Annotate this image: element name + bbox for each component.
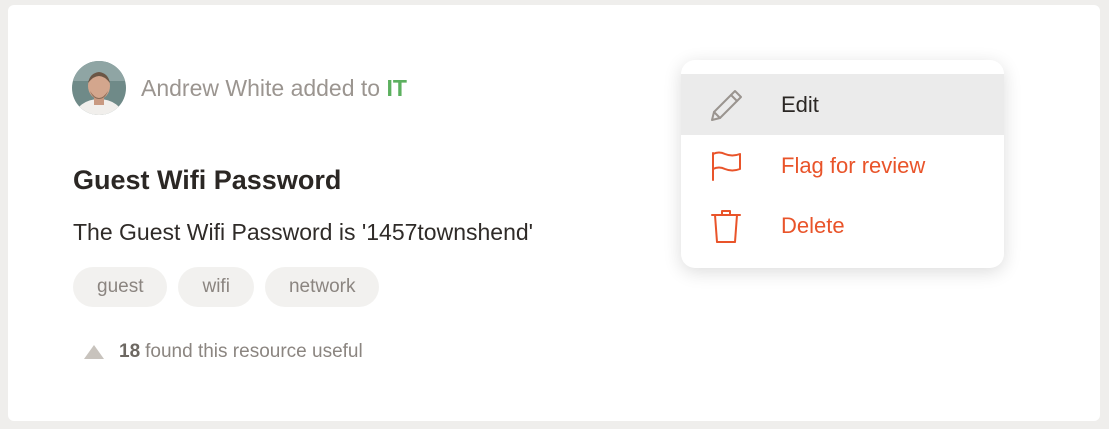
upvote-text: found this resource useful (145, 341, 363, 362)
tag-wifi[interactable]: wifi (178, 267, 254, 307)
author-name[interactable]: Andrew White (141, 75, 284, 101)
team-link[interactable]: IT (386, 75, 406, 101)
activity-action: added to (290, 74, 381, 101)
actions-menu: Edit Flag for review Delete (681, 60, 1004, 268)
upvote-row: 18 found this resource useful (83, 341, 363, 363)
pencil-icon (709, 87, 745, 123)
menu-item-edit[interactable]: Edit (681, 74, 1004, 135)
tag-list: guest wifi network (73, 267, 380, 307)
tag-guest[interactable]: guest (73, 267, 168, 307)
menu-flag-label: Flag for review (781, 152, 926, 178)
resource-description: The Guest Wifi Password is '1457townshen… (73, 219, 534, 245)
resource-title[interactable]: Guest Wifi Password (73, 165, 341, 196)
trash-icon (709, 208, 745, 244)
avatar[interactable] (72, 61, 126, 115)
menu-delete-label: Delete (781, 212, 845, 238)
menu-item-delete[interactable]: Delete (681, 195, 1004, 256)
tag-network[interactable]: network (264, 267, 380, 307)
upvote-count: 18 (119, 341, 141, 362)
menu-item-flag[interactable]: Flag for review (681, 135, 1004, 196)
activity-text: Andrew White added to IT (141, 75, 407, 102)
activity-header: Andrew White added to IT (72, 61, 407, 115)
flag-icon (709, 148, 745, 184)
upvote-icon[interactable] (83, 343, 105, 361)
menu-edit-label: Edit (781, 91, 819, 117)
